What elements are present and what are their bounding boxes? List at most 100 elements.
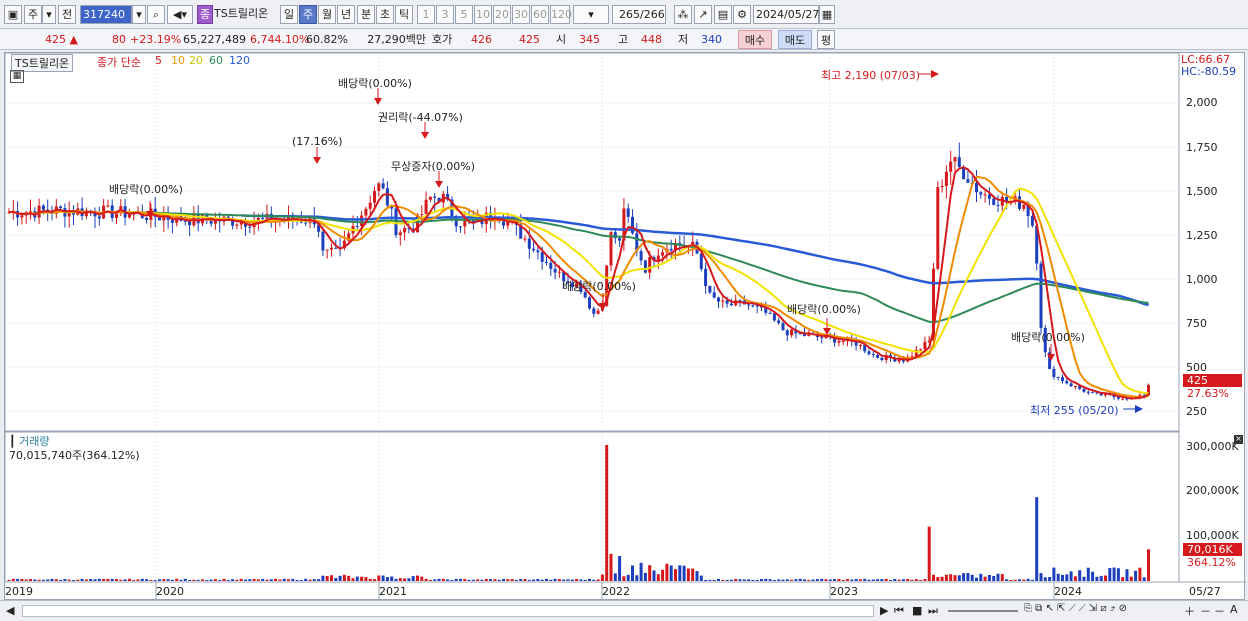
candle-body [1086, 391, 1090, 393]
candle-body [1052, 368, 1056, 377]
legend-ma10[interactable]: 10 [171, 54, 185, 67]
candle-body [1065, 380, 1069, 384]
table-toggle-icon[interactable]: ▦ [10, 70, 24, 83]
candle-body [876, 355, 880, 358]
tool-icons[interactable]: ⎘ ⧉ ↖ ⇱ ⟋ ⟋ ⇲ ⧄ ⤴ ⊘ [1024, 603, 1127, 614]
volume-bar [1108, 568, 1112, 581]
search-icon[interactable]: ⌕ [147, 5, 165, 24]
legend-ma5[interactable]: 5 [155, 54, 162, 67]
stop-icon[interactable]: ■ [912, 604, 922, 617]
candle-body [712, 292, 716, 298]
interval-1-button[interactable]: 1 [417, 5, 435, 24]
candle-body [1121, 398, 1125, 400]
candle-body [381, 183, 385, 189]
candle-body [747, 304, 751, 306]
interval-120-button[interactable]: 120 [550, 5, 572, 24]
data-count-field[interactable]: 265/266 [612, 5, 666, 24]
candle-body [403, 228, 407, 233]
indicator-add-icon[interactable]: ↗ [694, 5, 712, 24]
volume-bar [936, 577, 940, 581]
volume-bar [222, 578, 226, 581]
zoom-in-icon[interactable]: ＋ [1184, 603, 1195, 619]
period-second-tab[interactable]: 초 [376, 5, 394, 24]
volume-bar [828, 579, 832, 581]
period-day-tab[interactable]: 일 [280, 5, 298, 24]
code-dropdown-icon[interactable]: ▾ [132, 5, 146, 24]
market-type-select[interactable]: 주 [24, 5, 42, 24]
chart-area[interactable]: TS트릴리온 종가 단순 5 10 20 60 120 ▦ LC:66.67 H… [4, 52, 1246, 601]
volume-bar [764, 578, 768, 581]
window-icon[interactable]: ▣ [4, 5, 22, 24]
legend-ma20[interactable]: 20 [189, 54, 203, 67]
volume-bar [652, 570, 656, 581]
rewind-icon[interactable]: ⏮ [894, 604, 904, 618]
zoom-out-icon[interactable]: － [1200, 603, 1211, 619]
candle-body [115, 213, 118, 218]
scroll-left-icon[interactable]: ◀ [6, 604, 14, 617]
volume-bar [377, 575, 381, 581]
date-input[interactable]: 2024/05/27 [753, 5, 819, 24]
scroll-track[interactable] [22, 605, 874, 617]
period-year-tab[interactable]: 년 [337, 5, 355, 24]
volume-bar [871, 579, 875, 581]
annotation-dividend-2019: 배당락(0.00%) [109, 183, 183, 196]
candle-body [420, 214, 424, 216]
calendar-icon[interactable]: ▦ [819, 5, 835, 24]
period-week-tab[interactable]: 주 [299, 5, 317, 24]
volume-bar [437, 578, 441, 581]
legend-ma120[interactable]: 120 [229, 54, 250, 67]
candle-body [923, 341, 927, 350]
stock-code-input[interactable]: 317240 [80, 5, 132, 24]
volume-bar [510, 579, 514, 581]
interval-10-button[interactable]: 10 [474, 5, 492, 24]
font-size-icon[interactable]: A [1230, 603, 1238, 616]
interval-60-button[interactable]: 60 [531, 5, 549, 24]
open-label: 시 [556, 33, 567, 46]
interval-5-button[interactable]: 5 [455, 5, 473, 24]
line-icon[interactable]: － [1214, 603, 1225, 619]
volume-bar [97, 578, 101, 581]
volume-bar [992, 575, 996, 581]
candle-body [20, 215, 24, 218]
volume-bar [807, 579, 811, 581]
chart-type-icon[interactable]: ⁂ [674, 5, 692, 24]
settings-gear-icon[interactable]: ⚙ [733, 5, 751, 24]
volume-bar [1013, 579, 1017, 581]
interval-30-button[interactable]: 30 [512, 5, 530, 24]
volume-bar [987, 574, 991, 581]
prev-stock-button[interactable]: 전 [58, 5, 76, 24]
eval-button[interactable]: 평 [817, 30, 835, 49]
bid-price-1: 426 [471, 33, 492, 46]
sell-button[interactable]: 매도 [778, 30, 812, 49]
volume-bar [1056, 573, 1060, 581]
volume-bar [218, 580, 222, 582]
candle-body [106, 205, 110, 207]
legend-ma-label[interactable]: 종가 단순 [97, 54, 141, 70]
save-icon[interactable]: ▤ [714, 5, 732, 24]
volume-bar [433, 579, 437, 581]
zoom-slider[interactable] [948, 610, 1018, 612]
candle-body [781, 323, 785, 331]
buy-button[interactable]: 매수 [738, 30, 772, 49]
volume-close-icon[interactable]: × [1234, 435, 1243, 444]
candle-body [549, 262, 553, 269]
interval-3-button[interactable]: 3 [436, 5, 454, 24]
fast-forward-icon[interactable]: ⏭ [928, 604, 938, 618]
volume-tick-100000k: 100,000K [1186, 529, 1239, 542]
speaker-icon[interactable]: ◀▾ [167, 5, 193, 24]
scroll-right-icon[interactable]: ▶ [880, 604, 888, 617]
market-type-dropdown[interactable]: ▾ [42, 5, 56, 24]
legend-ma60[interactable]: 60 [209, 54, 223, 67]
chart-canvas[interactable] [5, 53, 1246, 601]
volume-bar [119, 579, 123, 581]
interval-custom-select[interactable]: ▾ [573, 5, 609, 24]
volume-bar [777, 579, 781, 581]
x-year-2023: 2023 [830, 585, 858, 598]
interval-20-button[interactable]: 20 [493, 5, 511, 24]
period-tick-tab[interactable]: 틱 [395, 5, 413, 24]
volume-bar [420, 576, 424, 581]
high-label: 고 [618, 33, 629, 46]
candle-body [910, 356, 914, 358]
period-month-tab[interactable]: 월 [318, 5, 336, 24]
period-minute-tab[interactable]: 분 [357, 5, 375, 24]
